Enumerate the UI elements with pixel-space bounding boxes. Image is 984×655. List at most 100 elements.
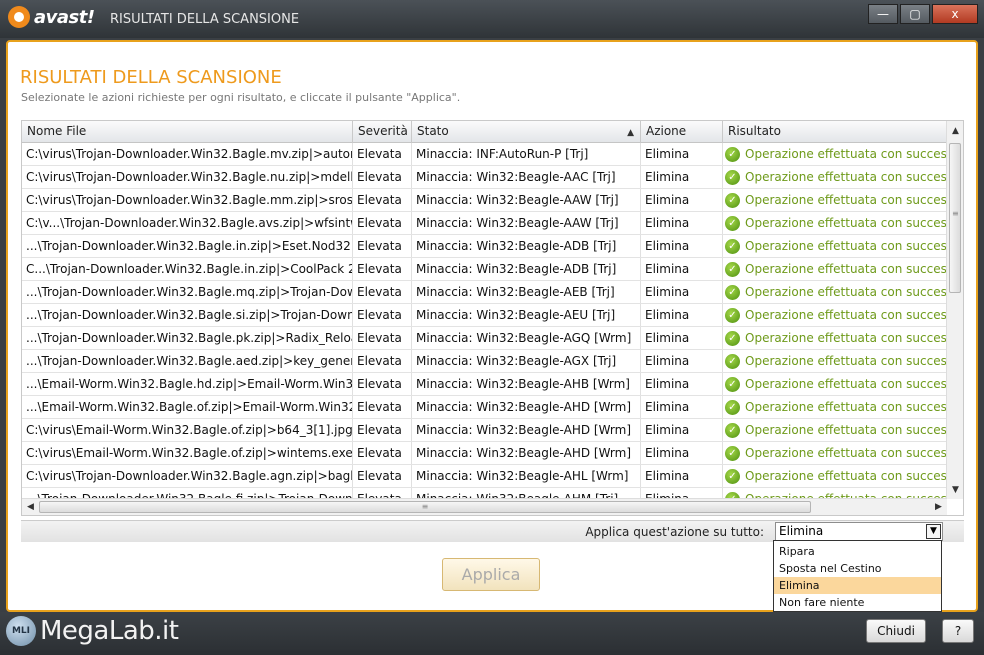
apply-all-select[interactable]: Elimina ▼ <box>775 522 943 541</box>
page-subtitle: Selezionate le azioni richieste per ogni… <box>21 91 461 104</box>
column-header-result[interactable]: Risultato <box>723 121 947 143</box>
severity-cell: Elevata <box>353 327 412 349</box>
table-row[interactable]: C:\virus\Trojan-Downloader.Win32.Bagle.a… <box>22 465 947 488</box>
horizontal-scroll-thumb[interactable]: ≡ <box>39 501 811 513</box>
file-name-cell: C:\virus\Trojan-Downloader.Win32.Bagle.a… <box>22 465 353 487</box>
result-text: Operazione effettuata con successo <box>745 216 947 230</box>
file-name-cell: ...\Trojan-Downloader.Win32.Bagle.in.zip… <box>22 235 353 257</box>
success-check-icon: ✓ <box>725 261 740 277</box>
success-check-icon: ✓ <box>725 445 740 461</box>
table-row[interactable]: C:\virus\Email-Worm.Win32.Bagle.of.zip|>… <box>22 419 947 442</box>
result-text: Operazione effettuata con successo <box>745 285 947 299</box>
status-cell: Minaccia: Win32:Beagle-AAC [Trj] <box>412 166 641 188</box>
help-button[interactable]: ? <box>942 619 974 643</box>
table-row[interactable]: ...\Email-Worm.Win32.Bagle.of.zip|>Email… <box>22 396 947 419</box>
footer-bar: MLI MegaLab.it Chiudi ? <box>0 612 984 655</box>
severity-cell: Elevata <box>353 281 412 303</box>
table-row[interactable]: ...\Trojan-Downloader.Win32.Bagle.in.zip… <box>22 235 947 258</box>
avast-logo-text: avast! <box>34 6 95 28</box>
action-cell[interactable]: Elimina <box>641 396 723 418</box>
maximize-button[interactable]: ▢ <box>900 4 930 24</box>
result-cell: ✓ Operazione effettuata con successo <box>723 373 947 395</box>
sort-ascending-icon: ▲ <box>627 128 634 138</box>
vertical-scrollbar[interactable]: ▲ ≡ ▼ <box>946 121 963 499</box>
file-name-cell: C:\virus\Trojan-Downloader.Win32.Bagle.m… <box>22 143 353 165</box>
scroll-down-icon[interactable]: ▼ <box>947 482 963 499</box>
result-text: Operazione effettuata con successo <box>745 423 947 437</box>
action-cell[interactable]: Elimina <box>641 212 723 234</box>
status-cell: Minaccia: Win32:Beagle-ADB [Trj] <box>412 258 641 280</box>
column-header-severity[interactable]: Severità <box>353 121 412 143</box>
window-controls: — ▢ x <box>868 4 978 24</box>
apply-all-selected-value: Elimina <box>779 524 824 538</box>
severity-cell: Elevata <box>353 189 412 211</box>
dropdown-option[interactable]: Elimina <box>774 577 941 594</box>
action-cell[interactable]: Elimina <box>641 258 723 280</box>
success-check-icon: ✓ <box>725 238 740 254</box>
table-row[interactable]: C:\v...\Trojan-Downloader.Win32.Bagle.av… <box>22 212 947 235</box>
file-name-cell: C:\virus\Trojan-Downloader.Win32.Bagle.m… <box>22 189 353 211</box>
table-row[interactable]: C:\virus\Trojan-Downloader.Win32.Bagle.m… <box>22 189 947 212</box>
dropdown-option[interactable]: Sposta nel Cestino <box>774 560 941 577</box>
minimize-button[interactable]: — <box>868 4 898 24</box>
column-header-status[interactable]: Stato ▲ <box>412 121 641 143</box>
result-cell: ✓ Operazione effettuata con successo <box>723 166 947 188</box>
file-name-cell: ...\Email-Worm.Win32.Bagle.hd.zip|>Email… <box>22 373 353 395</box>
avast-logo-icon <box>8 6 30 28</box>
column-header-action[interactable]: Azione <box>641 121 723 143</box>
table-row[interactable]: C:\virus\Trojan-Downloader.Win32.Bagle.n… <box>22 166 947 189</box>
result-text: Operazione effettuata con successo <box>745 377 947 391</box>
action-cell[interactable]: Elimina <box>641 419 723 441</box>
table-row[interactable]: C...\Trojan-Downloader.Win32.Bagle.in.zi… <box>22 258 947 281</box>
status-cell: Minaccia: Win32:Beagle-AGX [Trj] <box>412 350 641 372</box>
status-cell: Minaccia: Win32:Beagle-AEB [Trj] <box>412 281 641 303</box>
scroll-up-icon[interactable]: ▲ <box>947 123 963 140</box>
status-cell: Minaccia: Win32:Beagle-AHL [Wrm] <box>412 465 641 487</box>
dropdown-option[interactable]: Ripara <box>774 543 941 560</box>
action-cell[interactable]: Elimina <box>641 465 723 487</box>
scan-results-panel: RISULTATI DELLA SCANSIONE Selezionate le… <box>6 40 978 612</box>
action-cell[interactable]: Elimina <box>641 373 723 395</box>
result-text: Operazione effettuata con successo <box>745 354 947 368</box>
table-row[interactable]: ...\Trojan-Downloader.Win32.Bagle.pk.zip… <box>22 327 947 350</box>
result-cell: ✓ Operazione effettuata con successo <box>723 281 947 303</box>
vertical-scroll-thumb[interactable]: ≡ <box>949 143 961 293</box>
action-cell[interactable]: Elimina <box>641 189 723 211</box>
action-cell[interactable]: Elimina <box>641 281 723 303</box>
result-cell: ✓ Operazione effettuata con successo <box>723 396 947 418</box>
severity-cell: Elevata <box>353 212 412 234</box>
action-cell[interactable]: Elimina <box>641 442 723 464</box>
chevron-down-icon[interactable]: ▼ <box>926 524 941 539</box>
success-check-icon: ✓ <box>725 215 740 231</box>
result-text: Operazione effettuata con successo <box>745 262 947 276</box>
action-cell[interactable]: Elimina <box>641 235 723 257</box>
action-cell[interactable]: Elimina <box>641 166 723 188</box>
success-check-icon: ✓ <box>725 399 740 415</box>
table-row[interactable]: ...\Trojan-Downloader.Win32.Bagle.mq.zip… <box>22 281 947 304</box>
column-header-file[interactable]: Nome File <box>22 121 353 143</box>
severity-cell: Elevata <box>353 258 412 280</box>
scroll-right-icon[interactable]: ▶ <box>930 499 947 515</box>
close-button[interactable]: Chiudi <box>866 619 926 643</box>
severity-cell: Elevata <box>353 396 412 418</box>
apply-button[interactable]: Applica <box>442 558 540 591</box>
table-row[interactable]: ...\Email-Worm.Win32.Bagle.hd.zip|>Email… <box>22 373 947 396</box>
table-row[interactable]: C:\virus\Trojan-Downloader.Win32.Bagle.m… <box>22 143 947 166</box>
action-cell[interactable]: Elimina <box>641 350 723 372</box>
result-cell: ✓ Operazione effettuata con successo <box>723 189 947 211</box>
action-cell[interactable]: Elimina <box>641 143 723 165</box>
action-cell[interactable]: Elimina <box>641 327 723 349</box>
action-cell[interactable]: Elimina <box>641 304 723 326</box>
result-text: Operazione effettuata con successo <box>745 308 947 322</box>
dropdown-option[interactable]: Non fare niente <box>774 594 941 611</box>
scroll-left-icon[interactable]: ◀ <box>22 499 39 515</box>
result-text: Operazione effettuata con successo <box>745 331 947 345</box>
severity-cell: Elevata <box>353 419 412 441</box>
table-row[interactable]: C:\virus\Email-Worm.Win32.Bagle.of.zip|>… <box>22 442 947 465</box>
close-window-button[interactable]: x <box>932 4 978 24</box>
file-name-cell: C:\virus\Email-Worm.Win32.Bagle.of.zip|>… <box>22 419 353 441</box>
table-row[interactable]: ...\Trojan-Downloader.Win32.Bagle.si.zip… <box>22 304 947 327</box>
severity-cell: Elevata <box>353 304 412 326</box>
table-row[interactable]: ...\Trojan-Downloader.Win32.Bagle.aed.zi… <box>22 350 947 373</box>
horizontal-scrollbar[interactable]: ◀ ≡ ▶ <box>22 498 947 515</box>
